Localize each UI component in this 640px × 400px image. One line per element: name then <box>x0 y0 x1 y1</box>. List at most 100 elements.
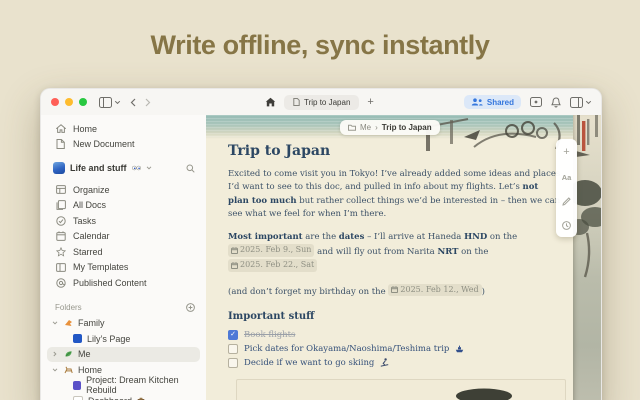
tab-title: Trip to Japan <box>304 98 350 107</box>
page-lilys-page[interactable]: Lily’s Page <box>47 331 200 347</box>
skier-emoji <box>380 358 389 367</box>
leaf-emoji <box>64 350 73 358</box>
sidebar-item-organize[interactable]: Organize <box>41 182 206 198</box>
maximize-button[interactable] <box>79 98 87 106</box>
sidebar-item-starred[interactable]: Starred <box>41 244 206 260</box>
bold-run: dates <box>339 232 365 242</box>
app-window: Trip to Japan + Shared <box>40 88 602 400</box>
folders-label: Folders <box>55 303 82 312</box>
date-chip[interactable]: 2025. Feb 9., Sun <box>228 244 314 257</box>
todo-text: Pick dates for Okayama/Naoshima/Teshima … <box>244 344 449 354</box>
search-icon[interactable] <box>186 164 195 173</box>
page-label: Project: Dream Kitchen Rebuild <box>86 375 200 395</box>
back-icon[interactable] <box>130 98 136 107</box>
templates-icon <box>55 263 66 272</box>
sidebar-item-calendar[interactable]: Calendar <box>41 229 206 245</box>
sidebar-item-label: New Document <box>73 139 135 149</box>
breadcrumb-separator: › <box>375 123 378 132</box>
pen-button[interactable] <box>562 197 571 206</box>
date-chip[interactable]: 2025. Feb 22., Sat <box>228 259 317 272</box>
text-run: on the <box>458 247 488 257</box>
ferry-emoji <box>455 345 464 353</box>
history-button[interactable] <box>562 221 571 230</box>
sidebar-item-label: Home <box>73 124 97 134</box>
document-area: Me › Trip to Japan + Aa Trip to Japan Ex… <box>206 115 601 400</box>
checkbox-unchecked[interactable] <box>228 358 238 368</box>
shared-button[interactable]: Shared <box>464 95 521 109</box>
text-run: and will fly out from Narita <box>314 247 437 257</box>
page-project-dream-kitchen[interactable]: Project: Dream Kitchen Rebuild <box>47 378 200 394</box>
family-emoji <box>64 319 73 327</box>
text-style-button[interactable]: Aa <box>562 173 572 182</box>
chevron-right-icon[interactable] <box>51 351 59 357</box>
calendar-icon <box>231 247 238 254</box>
fuji-drawing-image[interactable] <box>236 379 566 400</box>
text-run: ) <box>482 286 485 296</box>
space-switcher[interactable]: Life and stuff <box>41 159 206 177</box>
presentation-icon[interactable] <box>530 97 542 107</box>
folder-me[interactable]: Me <box>47 347 200 363</box>
star-icon <box>55 247 66 257</box>
add-folder-icon[interactable] <box>186 303 195 312</box>
close-button[interactable] <box>51 98 59 106</box>
todo-list: ✓ Book flights Pick dates for Okayama/Na… <box>228 328 562 370</box>
paragraph-dates: Most important are the dates – I’ll arri… <box>228 231 562 275</box>
text-run: Excited to come visit you in Tokyo! I’ve… <box>228 169 560 192</box>
page-label: Lily’s Page <box>87 334 130 344</box>
home-tab-icon[interactable] <box>265 97 276 107</box>
checkbox-checked[interactable]: ✓ <box>228 330 238 340</box>
sidebar-item-all-docs[interactable]: All Docs <box>41 198 206 214</box>
paragraph-intro: Excited to come visit you in Tokyo! I’ve… <box>228 168 562 222</box>
nav-controls <box>99 97 151 108</box>
sidebar-item-label: Calendar <box>73 231 110 241</box>
checkbox-unchecked[interactable] <box>228 344 238 354</box>
toggle-right-panel-icon[interactable] <box>570 97 592 108</box>
sidebar-item-home[interactable]: Home <box>41 121 206 137</box>
text-run: (and don’t forget my birthday on the <box>228 286 388 296</box>
toggle-sidebar-icon[interactable] <box>99 97 121 108</box>
sidebar-item-label: All Docs <box>73 200 106 210</box>
chair-emoji <box>64 366 73 374</box>
sidebar-item-label: Published Content <box>73 278 147 288</box>
marketing-canvas: Write offline, sync instantly <box>0 0 640 400</box>
date-text: 2025. Feb 22., Sat <box>240 259 314 272</box>
tab-trip-to-japan[interactable]: Trip to Japan <box>284 95 359 110</box>
chevron-down-icon[interactable] <box>51 368 59 372</box>
forward-icon[interactable] <box>145 98 151 107</box>
ink-tree-art <box>573 115 601 315</box>
calendar-icon <box>231 262 238 269</box>
todo-item[interactable]: Pick dates for Okayama/Naoshima/Teshima … <box>228 342 562 356</box>
todo-text: Book flights <box>244 330 295 340</box>
text-run: – I’ll arrive at Haneda <box>364 232 464 242</box>
folders-section-header: Folders <box>41 300 206 316</box>
section-heading: Important stuff <box>228 311 562 322</box>
folder-label: Me <box>78 349 91 359</box>
new-tab-button[interactable]: + <box>367 97 373 108</box>
sidebar-item-tasks[interactable]: Tasks <box>41 213 206 229</box>
todo-item[interactable]: ✓ Book flights <box>228 328 562 342</box>
tasks-icon <box>55 216 66 226</box>
folder-family[interactable]: Family <box>47 316 200 332</box>
sidebar-item-my-templates[interactable]: My Templates <box>41 260 206 276</box>
todo-item[interactable]: Decide if we want to go skiing <box>228 356 562 370</box>
insert-plus-button[interactable]: + <box>563 147 569 158</box>
minimize-button[interactable] <box>65 98 73 106</box>
page-title: Trip to Japan <box>228 143 562 159</box>
published-icon <box>55 278 66 288</box>
document-body[interactable]: Trip to Japan Excited to come visit you … <box>228 143 562 400</box>
chevron-down-icon[interactable] <box>51 321 59 325</box>
date-text: 2025. Feb 9., Sun <box>240 244 311 257</box>
breadcrumb[interactable]: Me › Trip to Japan <box>340 120 440 135</box>
date-text: 2025. Feb 12., Wed <box>400 284 478 297</box>
breadcrumb-folder[interactable]: Me <box>360 123 371 132</box>
page-thumbnail <box>73 381 81 390</box>
hero-headline: Write offline, sync instantly <box>0 30 640 61</box>
notifications-bell-icon[interactable] <box>551 97 561 108</box>
titlebar-actions: Shared <box>464 89 592 115</box>
todo-text: Decide if we want to go skiing <box>244 358 374 368</box>
date-chip[interactable]: 2025. Feb 12., Wed <box>388 284 481 297</box>
sidebar-item-new-document[interactable]: New Document <box>41 137 206 153</box>
sidebar-item-published-content[interactable]: Published Content <box>41 275 206 291</box>
sidebar: Home New Document Life and stuff Organiz… <box>41 115 207 400</box>
space-avatar <box>53 162 65 174</box>
